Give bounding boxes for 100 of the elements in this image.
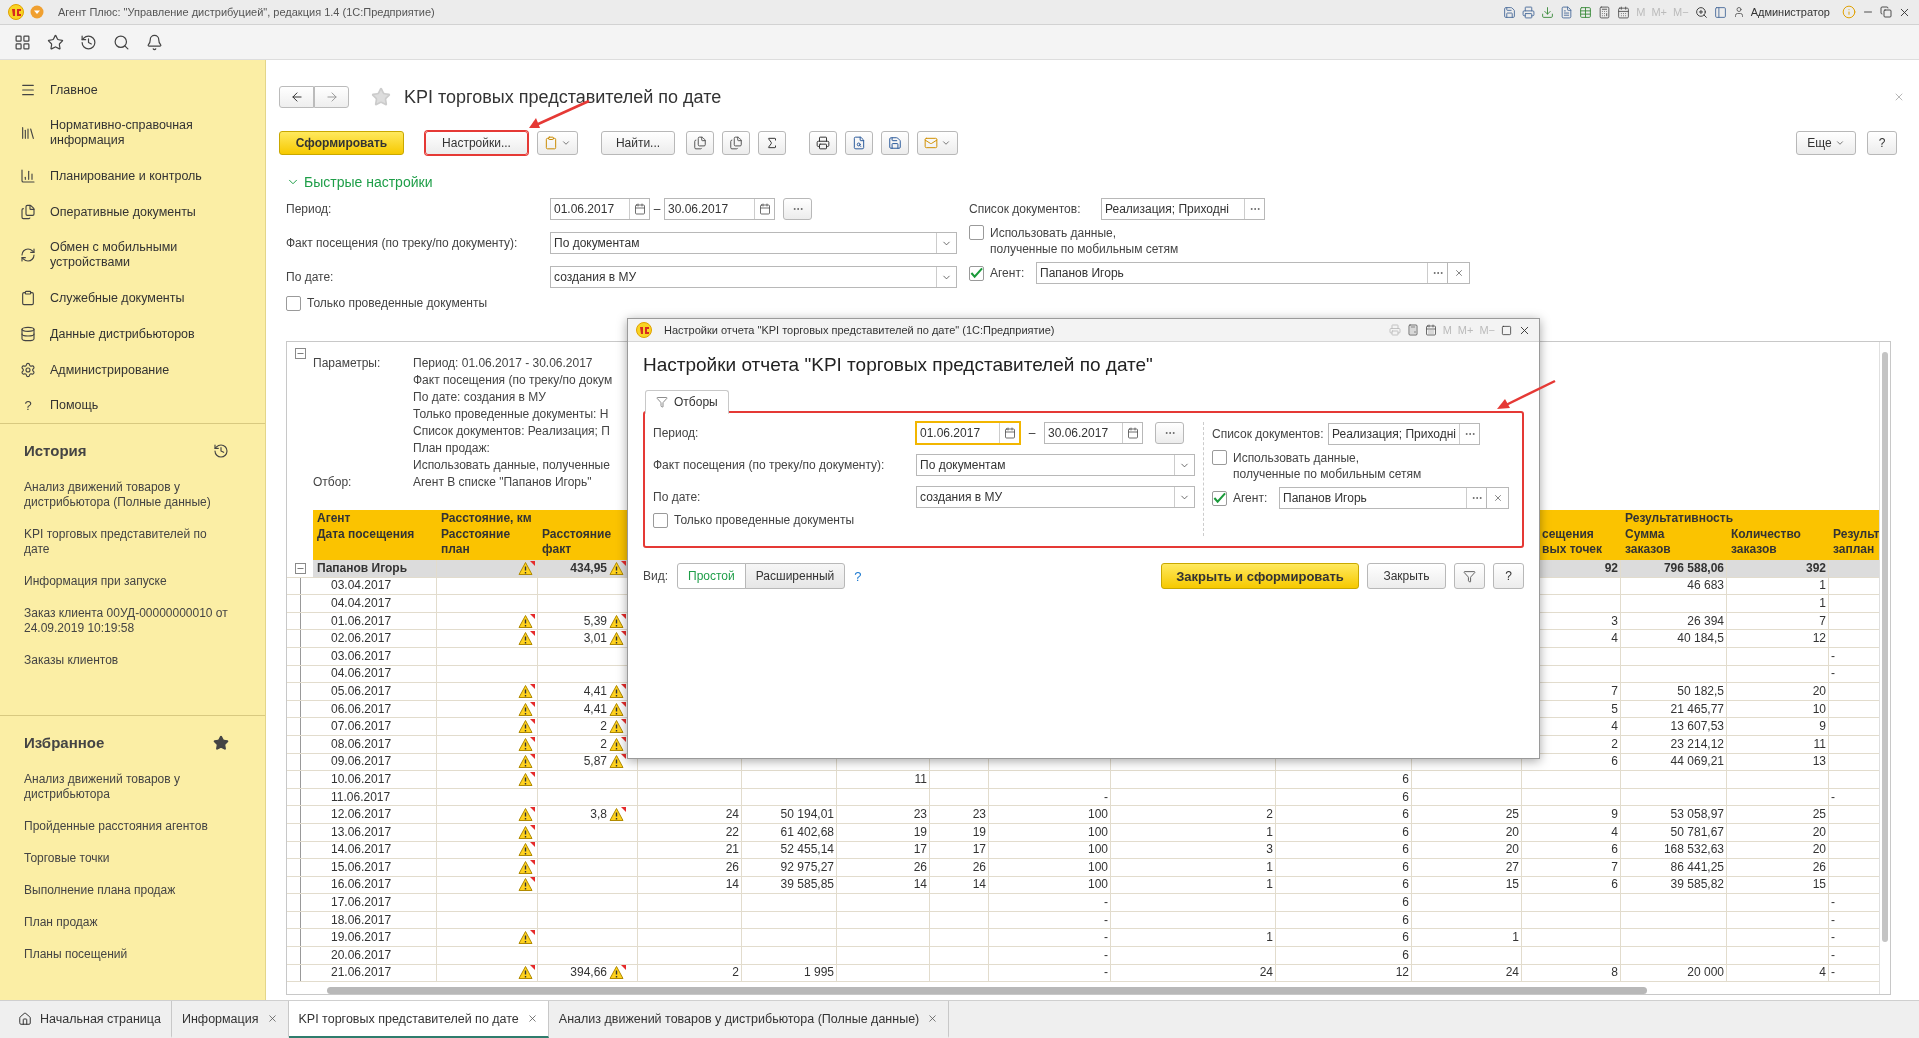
save-icon[interactable] (1503, 5, 1517, 19)
sidebar-item[interactable]: Планирование и контроль (0, 158, 265, 194)
dropdown-field[interactable]: создания в МУ (550, 266, 957, 288)
history-icon[interactable] (80, 33, 97, 51)
close-button[interactable]: Закрыть (1367, 563, 1446, 589)
favorite-link[interactable]: Анализ движений товаров у дистрибьютора (24, 772, 229, 802)
sidebar-item[interactable]: Данные дистрибьюторов (0, 316, 265, 352)
view-toggle[interactable]: Расширенный (744, 563, 846, 589)
copy-menu-button[interactable] (537, 131, 578, 155)
favorite-star-icon[interactable] (371, 87, 391, 107)
help-link[interactable]: ? (854, 568, 862, 584)
menu-dropdown-icon[interactable] (30, 5, 44, 19)
sidebar-item[interactable]: Администрирование (0, 352, 265, 388)
apps-menu-icon[interactable] (14, 33, 31, 51)
scrollbar[interactable] (327, 986, 1647, 994)
calculator-icon[interactable] (1598, 5, 1612, 19)
collapse-toggle[interactable] (294, 348, 306, 359)
checkbox[interactable] (286, 295, 301, 311)
star-icon[interactable] (47, 33, 64, 51)
checkbox[interactable] (969, 265, 984, 281)
help-button[interactable]: ? (1867, 131, 1897, 155)
expand-button[interactable] (686, 131, 714, 155)
search-icon[interactable] (113, 33, 130, 51)
sidebar-item[interactable]: Обмен с мобильными устройствами (0, 230, 265, 280)
restore-icon[interactable] (1880, 6, 1892, 18)
generate-button[interactable]: Сформировать (279, 131, 404, 155)
preview-button[interactable] (845, 131, 873, 155)
find-button[interactable]: Найти... (601, 131, 675, 155)
calculator-icon[interactable] (1406, 324, 1419, 336)
dropdown-field[interactable]: создания в МУ (916, 486, 1195, 508)
tab[interactable]: Отборы (645, 390, 729, 414)
collapse-toggle[interactable] (294, 562, 306, 574)
close-icon[interactable] (266, 1013, 278, 1024)
sidebar-item[interactable]: Главное (0, 72, 265, 108)
ellipsis-button[interactable] (1155, 422, 1184, 444)
table-cell: 26 (972, 859, 986, 875)
sidebar-item[interactable]: Служебные документы (0, 280, 265, 316)
print-button[interactable] (809, 131, 837, 155)
maximize-icon[interactable] (1501, 324, 1512, 336)
checkbox[interactable] (653, 512, 668, 528)
favorite-link[interactable]: Пройденные расстояния агентов (24, 819, 229, 834)
view-toggle[interactable]: Простой (677, 563, 746, 589)
filter-button[interactable] (1454, 563, 1485, 589)
clear-button[interactable] (1448, 262, 1470, 284)
sidebar-item[interactable]: Нормативно-справочная информация (0, 108, 265, 158)
settings-button[interactable]: Настройки... (425, 131, 528, 155)
input-field[interactable]: Папанов Игорь (1036, 262, 1448, 284)
zoom-icon[interactable] (1694, 5, 1708, 19)
mail-menu-button[interactable] (917, 131, 958, 155)
apply-button[interactable]: Закрыть и сформировать (1161, 563, 1359, 589)
dropdown-field[interactable]: По документам (916, 454, 1195, 476)
favorite-link[interactable]: Торговые точки (24, 851, 229, 866)
table-icon[interactable] (1579, 5, 1593, 19)
date-field[interactable]: 30.06.2017 (664, 198, 775, 220)
info-icon[interactable] (1842, 5, 1856, 19)
more-button[interactable]: Еще (1796, 131, 1856, 155)
date-field[interactable]: 30.06.2017 (1044, 422, 1143, 444)
back-button[interactable] (279, 86, 314, 108)
help-button[interactable]: ? (1493, 563, 1524, 589)
input-field[interactable]: Реализация; Приходні (1101, 198, 1265, 220)
close-icon[interactable] (927, 1013, 939, 1024)
sidebar-item[interactable]: ? Помощь (0, 388, 265, 423)
favorite-link[interactable]: Планы посещений (24, 947, 229, 962)
history-link[interactable]: Анализ движений товаров у дистрибьютора (Полные данные) (24, 480, 229, 510)
input-field[interactable]: Реализация; Приходні (1328, 423, 1480, 445)
open-tab[interactable]: Анализ движений товаров у дистрибьютора (Полные данные) (548, 1001, 950, 1038)
sidebar-item[interactable]: Оперативные документы (0, 194, 265, 230)
date-field[interactable]: 01.06.2017 (550, 198, 650, 220)
date-field[interactable]: 01.06.2017 (916, 422, 1020, 444)
checkbox[interactable] (969, 225, 984, 240)
clear-button[interactable] (1487, 487, 1509, 509)
document-icon[interactable] (1560, 5, 1574, 19)
dropdown-field[interactable]: По документам (550, 232, 957, 254)
history-link[interactable]: Заказы клиентов (24, 653, 229, 668)
bell-icon[interactable] (146, 33, 163, 51)
download-icon[interactable] (1541, 5, 1555, 19)
printer-icon[interactable] (1522, 5, 1536, 19)
scrollbar[interactable] (1882, 352, 1888, 942)
sum-button[interactable] (758, 131, 786, 155)
history-link[interactable]: Заказ клиента 00УД-00000000010 от 24.09.2019 10:19:58 (24, 606, 229, 636)
checkbox[interactable] (1212, 490, 1227, 506)
forward-button[interactable] (314, 86, 349, 108)
open-tab[interactable]: KPI торговых представителей по дате (288, 1001, 549, 1038)
calendar-icon[interactable] (1617, 5, 1631, 19)
save-button[interactable] (881, 131, 909, 155)
open-tab[interactable]: Начальная страница (8, 1001, 172, 1038)
section-toggle[interactable]: Быстрые настройки (286, 172, 1919, 192)
open-tab[interactable]: Информация (171, 1001, 289, 1038)
history-link[interactable]: KPI торговых представителей по дате (24, 527, 229, 557)
calendar-icon[interactable] (1424, 324, 1437, 336)
favorite-link[interactable]: План продаж (24, 915, 229, 930)
input-field[interactable]: Папанов Игорь (1279, 487, 1487, 509)
panel-icon[interactable] (1713, 5, 1727, 19)
favorite-link[interactable]: Выполнение плана продаж (24, 883, 229, 898)
history-link[interactable]: Информация при запуске (24, 574, 229, 589)
checkbox[interactable] (1212, 450, 1227, 465)
ellipsis-button[interactable] (783, 198, 812, 220)
user-name[interactable]: Администратор (1750, 6, 1830, 18)
close-icon[interactable] (526, 1013, 538, 1024)
collapse-button[interactable] (722, 131, 750, 155)
